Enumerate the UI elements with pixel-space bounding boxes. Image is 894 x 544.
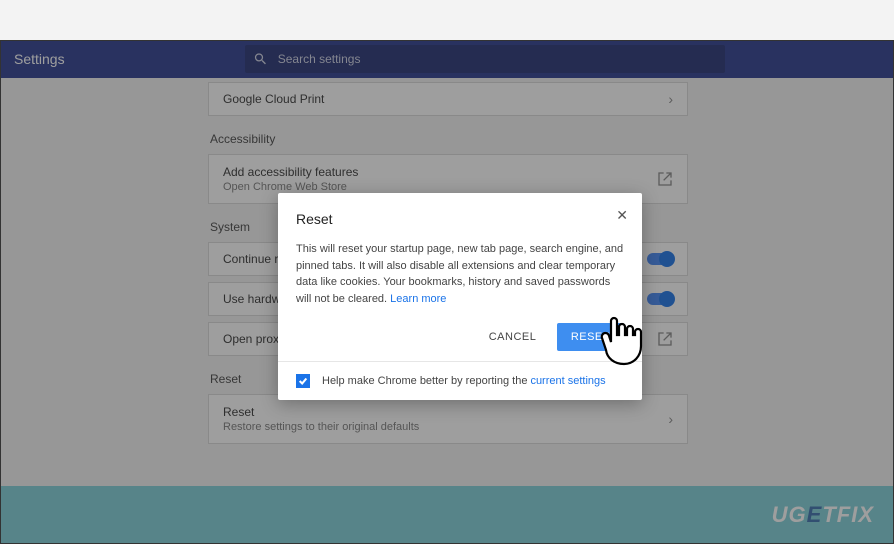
dialog-body-text: This will reset your startup page, new t… [296,243,623,305]
cursor-hand-icon [594,312,650,372]
learn-more-link[interactable]: Learn more [390,293,446,305]
help-text: Help make Chrome better by reporting the [322,375,527,387]
dialog-actions: CANCEL RESET [296,323,624,351]
dialog-footer: Help make Chrome better by reporting the… [278,361,642,400]
dialog-title: Reset [296,211,624,227]
checkmark-icon [298,376,308,386]
close-icon[interactable]: ✕ [616,207,628,224]
cancel-button[interactable]: CANCEL [489,331,537,343]
dialog-body: This will reset your startup page, new t… [296,241,624,307]
current-settings-link[interactable]: current settings [530,375,605,387]
report-checkbox[interactable] [296,374,310,388]
reset-dialog: Reset ✕ This will reset your startup pag… [278,193,642,400]
